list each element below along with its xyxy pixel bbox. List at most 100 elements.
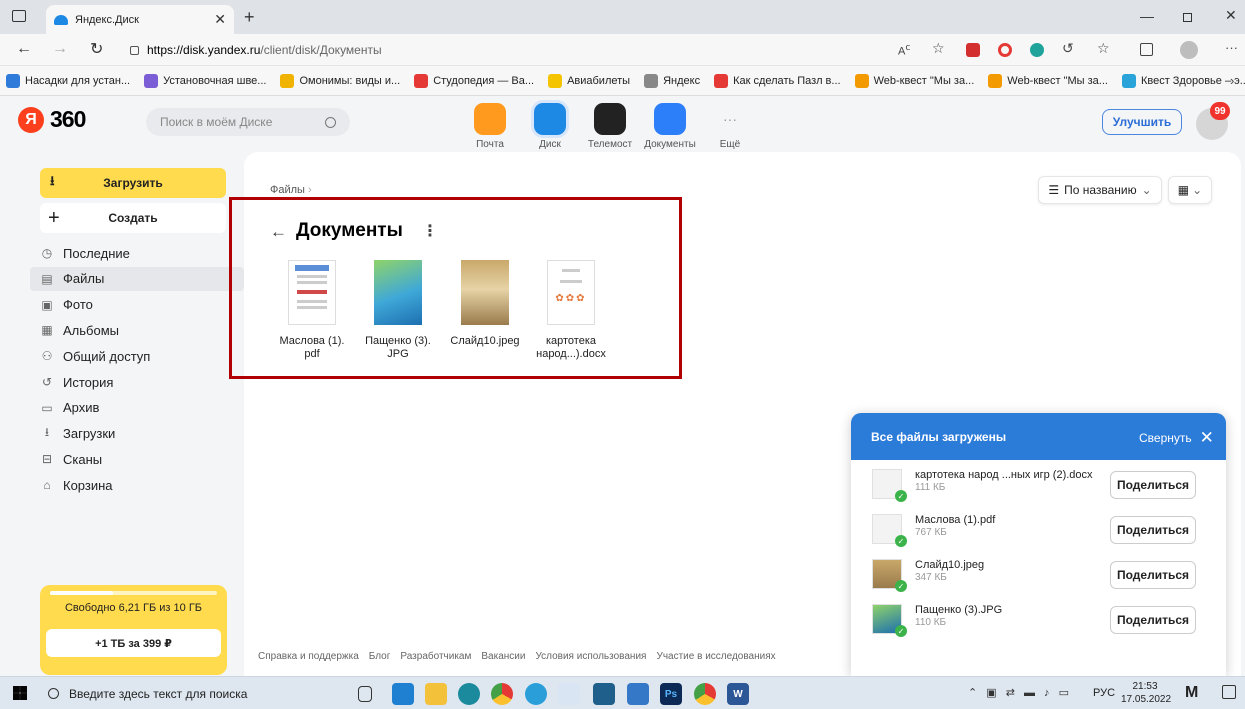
photoshop-icon[interactable]: Ps [660, 683, 682, 705]
file-name[interactable]: Маслова (1). pdf [272, 335, 352, 361]
share-button[interactable]: Поделиться [1110, 561, 1196, 589]
chrome-2-icon[interactable] [694, 683, 716, 705]
upload-panel-header: Все файлы загружены Свернуть ✕ [851, 413, 1226, 460]
refresh-extension-icon[interactable]: ↺ [1062, 40, 1074, 57]
breadcrumb-files[interactable]: Файлы [270, 184, 305, 196]
avatar[interactable]: 99 [1196, 102, 1230, 140]
bookmark-item[interactable]: Web-квест "Мы за... [988, 74, 1108, 88]
sidebar-item-shared[interactable]: ⚇ Общий доступ [40, 344, 151, 368]
service-documents[interactable]: Документы [640, 103, 700, 150]
footer-link[interactable]: Вакансии [481, 651, 525, 662]
services-nav: Почта Диск Телемост Документы ··· Ещё [460, 103, 760, 150]
edge-icon[interactable] [458, 683, 480, 705]
browser-tab[interactable]: Яндекс.Диск ✕ [46, 5, 234, 34]
share-button[interactable]: Поделиться [1110, 471, 1196, 499]
bookmark-item[interactable]: Студопедия — Ва... [414, 74, 534, 88]
telegram-icon[interactable] [525, 683, 547, 705]
breadcrumb[interactable]: Файлы › [270, 184, 312, 196]
yandex-360-logo[interactable]: Я 360 [18, 106, 86, 133]
bookmark-item[interactable]: Установочная шве... [144, 74, 266, 88]
service-more[interactable]: ··· Ещё [700, 103, 760, 150]
media-player-icon[interactable] [593, 683, 615, 705]
sidebar-item-scan[interactable]: ⊟ Сканы [40, 447, 102, 471]
footer-link[interactable]: Условия использования [535, 651, 646, 662]
extension-red-icon[interactable] [966, 43, 980, 57]
sidebar-item-albums[interactable]: ▦ Альбомы [40, 318, 119, 342]
sort-button[interactable]: ☰ По названию ⌄ [1038, 176, 1162, 204]
file-name[interactable]: Слайд10.jpeg [445, 335, 525, 348]
search-box[interactable]: Поиск в моём Диске [146, 108, 350, 136]
file-thumb-slide10[interactable] [461, 260, 509, 325]
extension-teal-icon[interactable] [1030, 43, 1044, 57]
favorites-list-icon[interactable]: ☆ [1097, 40, 1110, 57]
notifications-icon[interactable] [1222, 685, 1236, 699]
back-icon[interactable]: ← [16, 40, 32, 58]
share-button[interactable]: Поделиться [1110, 516, 1196, 544]
windows-start-icon[interactable] [13, 686, 27, 700]
file-thumb-kartoteka[interactable]: ✿✿✿ [547, 260, 595, 325]
reload-icon[interactable]: ↻ [90, 39, 103, 59]
menu-dots-icon[interactable]: ··· [1225, 40, 1238, 55]
minimize-icon[interactable]: — [1140, 8, 1154, 24]
upgrade-button[interactable]: Улучшить [1102, 109, 1182, 135]
bookmark-item[interactable]: Яндекс [644, 74, 700, 88]
sidebar-item-clock[interactable]: ◷ Последние [40, 241, 130, 265]
folder-menu-icon[interactable]: ⋮ [422, 221, 438, 241]
bookmark-item[interactable]: Как сделать Пазл в... [714, 74, 841, 88]
collections-icon[interactable] [1140, 43, 1153, 56]
offer-button[interactable]: +1 ТБ за 399 ₽ [46, 629, 221, 657]
new-tab-icon[interactable]: + [244, 7, 255, 28]
footer-link[interactable]: Блог [369, 651, 391, 662]
profile-icon[interactable] [1180, 41, 1198, 59]
store-icon[interactable] [392, 683, 414, 705]
clock[interactable]: 21:53 17.05.2022 [1121, 680, 1171, 706]
forward-icon[interactable]: → [52, 40, 68, 58]
bookmark-item[interactable]: Авиабилеты [548, 74, 630, 88]
photos-icon[interactable] [627, 683, 649, 705]
file-name[interactable]: Пащенко (3). JPG [358, 335, 438, 361]
task-view-icon[interactable] [358, 686, 372, 702]
service-mail[interactable]: Почта [460, 103, 520, 150]
read-aloud-icon[interactable]: Aⅽ [898, 42, 910, 58]
taskbar-search[interactable]: Введите здесь текст для поиска [48, 681, 310, 706]
bookmark-item[interactable]: Омонимы: виды и... [280, 74, 400, 88]
back-arrow-icon[interactable]: ← [270, 222, 287, 242]
favorite-star-icon[interactable]: ☆ [932, 40, 945, 57]
view-toggle-button[interactable]: ▦ ⌄ [1168, 176, 1212, 204]
system-tray-icons[interactable]: ⌃ ▣ ⇄ ▬ ♪ ▭ [968, 686, 1072, 699]
create-button[interactable]: + Создать [40, 203, 226, 233]
sidebar-item-photo[interactable]: ▣ Фото [40, 293, 93, 317]
service-telemost[interactable]: Телемост [580, 103, 640, 150]
close-window-icon[interactable]: ✕ [1225, 7, 1237, 24]
bookmarks-more-icon[interactable]: › [1230, 73, 1234, 88]
bookmark-item[interactable]: Насадки для устан... [6, 74, 130, 88]
file-thumb-pashchenko[interactable] [374, 260, 422, 325]
sidebar-item-file[interactable]: ▤ Файлы [30, 266, 244, 291]
language-indicator[interactable]: РУС [1093, 687, 1115, 699]
file-name[interactable]: картотека народ...).docx [531, 335, 611, 361]
file-explorer-icon[interactable] [425, 683, 447, 705]
sidebar-item-archive[interactable]: ▭ Архив [40, 396, 99, 420]
sidebar-item-trash[interactable]: ⌂ Корзина [40, 473, 112, 497]
ime-icon[interactable]: M [1185, 684, 1198, 702]
chrome-icon[interactable] [491, 683, 513, 705]
bookmark-item[interactable]: Web-квест "Мы за... [854, 74, 974, 88]
url-field[interactable]: https://disk.yandex.ru/client/disk/Докум… [130, 38, 990, 62]
sidebar-item-download[interactable]: ⭳ Загрузки [40, 422, 115, 446]
footer-link[interactable]: Участие в исследованиях [656, 651, 775, 662]
service-disk[interactable]: Диск [520, 103, 580, 150]
sidebar-item-history[interactable]: ↺ История [40, 370, 113, 394]
collapse-button[interactable]: Свернуть ✕ [1139, 428, 1214, 448]
restore-icon[interactable] [1183, 13, 1192, 22]
footer-link[interactable]: Разработчикам [400, 651, 471, 662]
file-thumb-maslova[interactable] [288, 260, 336, 325]
bookmark-item[interactable]: Квест Здоровье – э... [1121, 74, 1245, 88]
footer-link[interactable]: Справка и поддержка [258, 651, 359, 662]
opera-icon[interactable] [998, 43, 1012, 57]
upload-button[interactable]: ⭳ Загрузить [40, 168, 226, 198]
close-tab-icon[interactable]: ✕ [214, 11, 226, 28]
paint-icon[interactable] [558, 683, 580, 705]
word-icon[interactable]: W [727, 683, 749, 705]
tab-actions-icon[interactable] [12, 10, 26, 22]
share-button[interactable]: Поделиться [1110, 606, 1196, 634]
